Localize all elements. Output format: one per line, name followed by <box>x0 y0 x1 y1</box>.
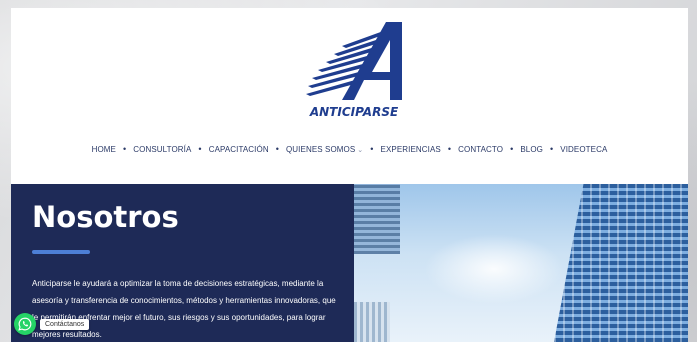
hero-image-skyscrapers <box>354 184 688 342</box>
nav-separator: • <box>198 144 202 154</box>
sky-cloud <box>424 234 564 304</box>
nav-quienes-somos-label: QUIENES SOMOS <box>285 144 356 154</box>
nav-contacto[interactable]: CONTACTO <box>454 145 507 154</box>
logo-text: ANTICIPARSE <box>309 105 399 119</box>
anticiparse-logo-icon: ANTICIPARSE <box>306 22 402 119</box>
title-underline <box>32 250 90 254</box>
hero-section: Nosotros Anticiparse le ayudará a optimi… <box>11 184 688 342</box>
chevron-down-icon: ⌄ <box>357 146 364 154</box>
site-header: ANTICIPARSE HOME • CONSULTORÍA • CAPACIT… <box>11 8 688 184</box>
building-right <box>554 184 688 342</box>
building-bottom <box>354 302 390 342</box>
nav-separator: • <box>275 144 279 154</box>
nav-consultoria[interactable]: CONSULTORÍA <box>129 145 195 154</box>
nav-capacitacion[interactable]: CAPACITACIÓN <box>205 145 273 154</box>
whatsapp-icon[interactable] <box>14 313 36 335</box>
page-container: ANTICIPARSE HOME • CONSULTORÍA • CAPACIT… <box>11 8 688 342</box>
nav-separator: • <box>510 144 514 154</box>
nav-videoteca[interactable]: VIDEOTECA <box>556 145 611 154</box>
nav-home[interactable]: HOME <box>88 145 120 154</box>
nav-separator: • <box>550 144 554 154</box>
nav-quienes-somos[interactable]: QUIENES SOMOS ⌄ <box>282 145 367 154</box>
whatsapp-label[interactable]: Contáctanos <box>40 318 90 330</box>
nav-separator: • <box>123 144 127 154</box>
nav-blog[interactable]: BLOG <box>516 145 547 154</box>
site-logo[interactable]: ANTICIPARSE <box>294 20 414 120</box>
whatsapp-widget[interactable]: Contáctanos <box>14 313 90 335</box>
nav-separator: • <box>370 144 374 154</box>
nav-experiencias[interactable]: EXPERIENCIAS <box>377 145 445 154</box>
nav-separator: • <box>447 144 452 154</box>
building-left <box>354 184 400 254</box>
hero-title: Nosotros <box>32 200 179 234</box>
main-nav: HOME • CONSULTORÍA • CAPACITACIÓN • QUIE… <box>11 144 688 154</box>
